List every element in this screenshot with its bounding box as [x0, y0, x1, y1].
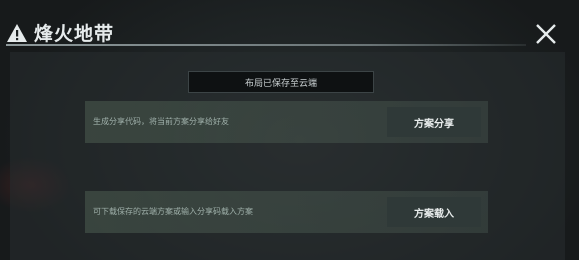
title-group: 烽火地带	[6, 19, 114, 46]
title-bar: 烽火地带	[0, 0, 579, 50]
app-title: 烽火地带	[34, 23, 115, 45]
warning-triangle-icon	[7, 23, 27, 42]
close-button[interactable]	[532, 20, 560, 48]
share-plan-button[interactable]: 方案分享	[387, 107, 481, 137]
share-plan-row: 生成分享代码，将当前方案分享给好友 方案分享	[85, 101, 488, 143]
title-divider	[6, 44, 526, 46]
load-plan-button[interactable]: 方案载入	[387, 197, 481, 227]
save-status-toast: 布局已保存至云端	[188, 71, 374, 93]
load-plan-row: 可下载保存的云端方案或输入分享码载入方案 方案载入	[85, 191, 488, 233]
load-plan-description: 可下载保存的云端方案或输入分享码载入方案	[93, 207, 253, 216]
share-plan-description: 生成分享代码，将当前方案分享给好友	[93, 117, 229, 126]
dialog-screen: 烽火地带 布局已保存至云端 生成分享代码，将当前方案分享给好友 方案分享 可下载…	[0, 0, 579, 260]
close-icon	[536, 24, 556, 44]
